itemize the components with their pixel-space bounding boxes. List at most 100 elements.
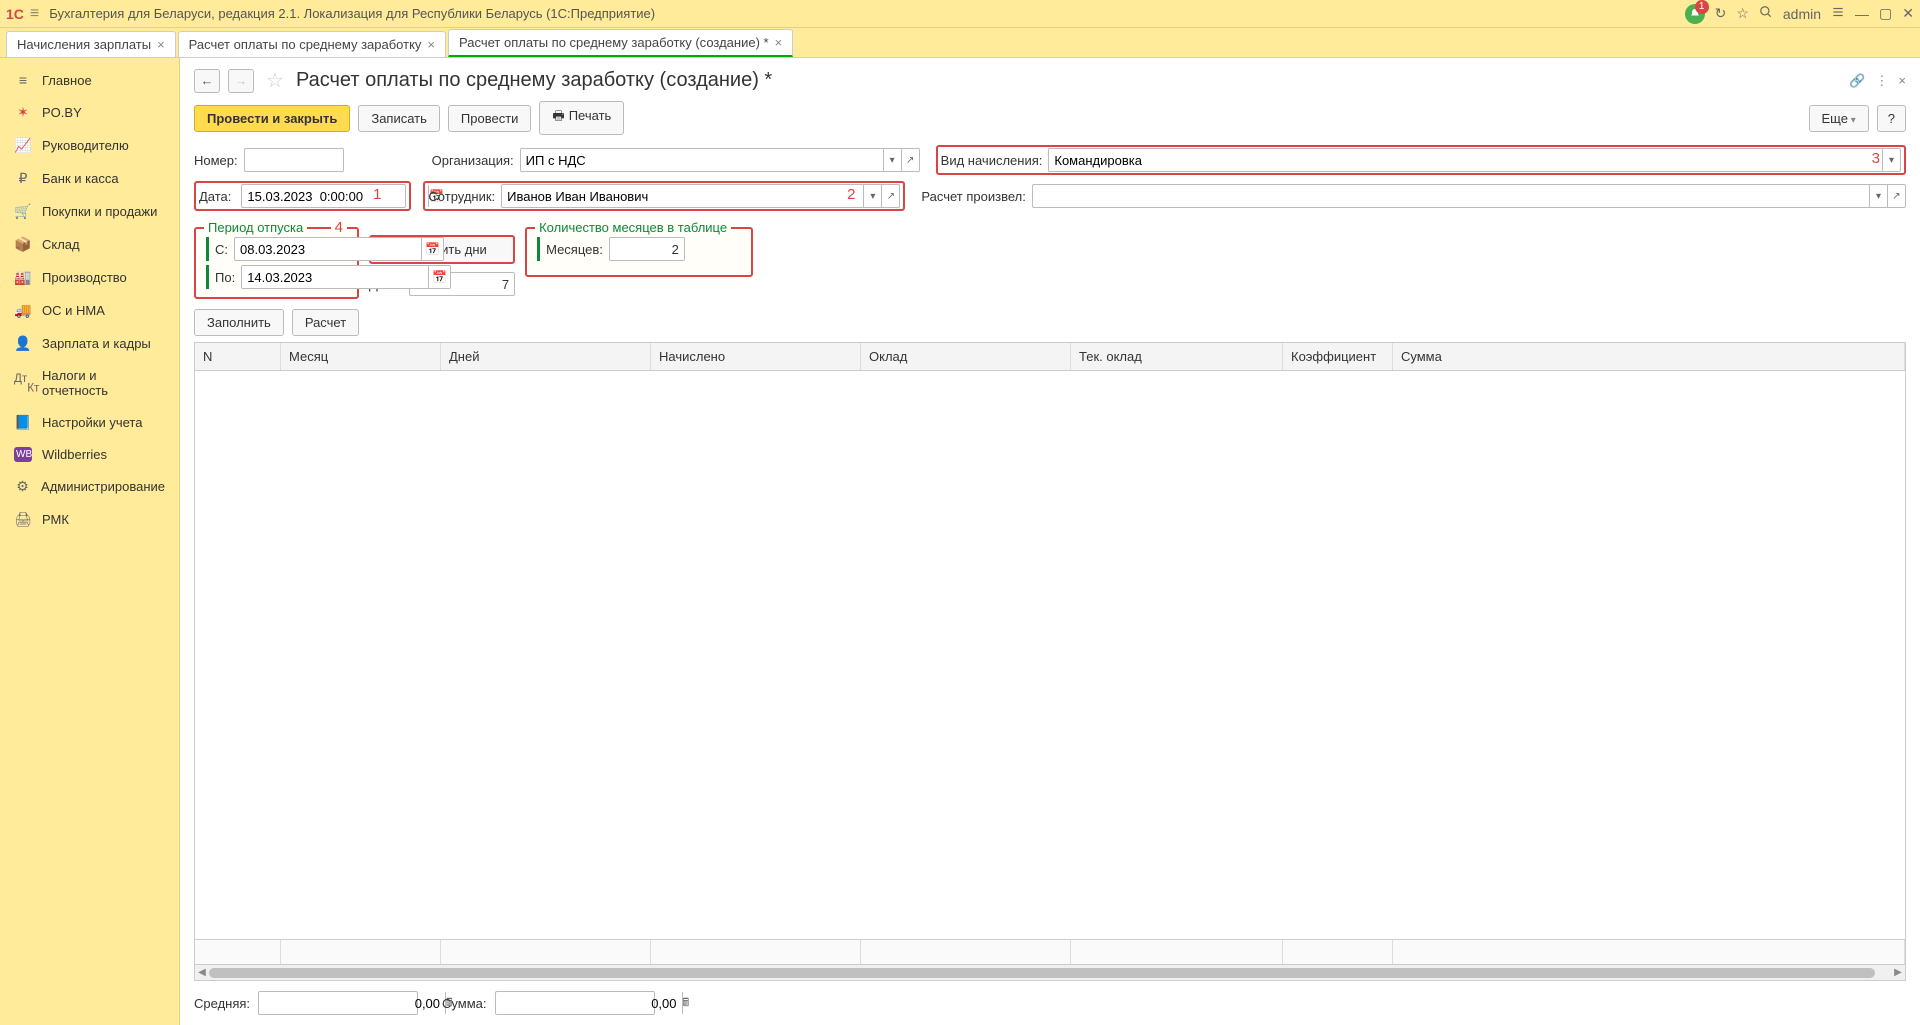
col-days[interactable]: Дней bbox=[441, 343, 651, 370]
dropdown-icon[interactable]: ▾ bbox=[1882, 149, 1900, 171]
tab-label: Начисления зарплаты bbox=[17, 37, 151, 52]
sidebar-item-label: Налоги и отчетность bbox=[42, 368, 165, 398]
close-icon[interactable]: × bbox=[775, 35, 783, 50]
calendar-icon[interactable]: 📅 bbox=[421, 238, 443, 260]
calendar-icon[interactable]: 📅 bbox=[428, 266, 450, 288]
scroll-right-icon[interactable]: ▶ bbox=[1891, 967, 1905, 978]
col-accrued[interactable]: Начислено bbox=[651, 343, 861, 370]
nav-back-button[interactable]: ← bbox=[194, 69, 220, 93]
sidebar-item-main[interactable]: ≡ Главное bbox=[0, 64, 179, 96]
print-button[interactable]: 🖶Печать bbox=[539, 101, 624, 135]
annotation-4: 4 bbox=[331, 219, 347, 236]
annotation-3: 3 bbox=[1872, 150, 1880, 167]
col-oklad[interactable]: Оклад bbox=[861, 343, 1071, 370]
col-month[interactable]: Месяц bbox=[281, 343, 441, 370]
notifications-icon[interactable]: 1 bbox=[1685, 4, 1705, 24]
col-koef[interactable]: Коэффициент bbox=[1283, 343, 1393, 370]
sidebar-item-wildberries[interactable]: WBWildberries bbox=[0, 439, 179, 470]
hamburger-icon[interactable]: ≡ bbox=[30, 5, 39, 23]
more-button[interactable]: Еще bbox=[1809, 105, 1869, 132]
cart-icon: 🛒 bbox=[14, 203, 32, 220]
dropdown-icon[interactable]: ▾ bbox=[863, 185, 881, 207]
close-window-icon[interactable]: ✕ bbox=[1902, 5, 1914, 22]
col-summa[interactable]: Сумма bbox=[1393, 343, 1905, 370]
calc-button[interactable]: Расчет bbox=[292, 309, 359, 336]
sidebar-item-admin[interactable]: ⚙Администрирование bbox=[0, 470, 179, 503]
sidebar-item-warehouse[interactable]: 📦Склад bbox=[0, 228, 179, 261]
period-legend: Период отпуска bbox=[204, 220, 307, 235]
close-icon[interactable]: × bbox=[157, 37, 165, 52]
sidebar-item-rmk[interactable]: 🖨РМК bbox=[0, 503, 179, 536]
sidebar-item-hr[interactable]: 👤 Зарплата и кадры bbox=[0, 327, 179, 360]
favorite-icon[interactable]: ☆ bbox=[1736, 5, 1749, 22]
table-body[interactable] bbox=[195, 371, 1905, 939]
sidebar-item-label: Главное bbox=[42, 73, 92, 88]
nav-forward-button[interactable]: → bbox=[228, 69, 254, 93]
sidebar-item-label: Покупки и продажи bbox=[42, 204, 157, 219]
accrual-type-input[interactable] bbox=[1049, 149, 1882, 171]
employee-input[interactable] bbox=[502, 185, 863, 207]
organization-input[interactable] bbox=[521, 149, 883, 171]
table-header: N Месяц Дней Начислено Оклад Тек. оклад … bbox=[195, 343, 1905, 371]
page-header: ← → ☆ Расчет оплаты по среднему заработк… bbox=[180, 58, 1920, 97]
save-button[interactable]: Записать bbox=[358, 105, 440, 132]
sidebar-item-assets[interactable]: 🚚ОС и НМА bbox=[0, 294, 179, 327]
help-button[interactable]: ? bbox=[1877, 105, 1906, 132]
col-n[interactable]: N bbox=[195, 343, 281, 370]
sidebar-item-label: Зарплата и кадры bbox=[42, 336, 151, 351]
avg-input[interactable] bbox=[259, 992, 445, 1014]
settings-icon[interactable] bbox=[1831, 5, 1845, 22]
period-group: Период отпуска 4 С: 📅 По: 📅 bbox=[194, 227, 359, 299]
months-input[interactable] bbox=[609, 237, 685, 261]
open-icon[interactable]: ↗ bbox=[881, 185, 899, 207]
tab-payroll[interactable]: Начисления зарплаты × bbox=[6, 31, 176, 57]
sidebar-item-settings[interactable]: 📘Настройки учета bbox=[0, 406, 179, 439]
col-tek-oklad[interactable]: Тек. оклад bbox=[1071, 343, 1283, 370]
sidebar-item-bank[interactable]: ₽Банк и касса bbox=[0, 162, 179, 195]
sum-input[interactable] bbox=[496, 992, 682, 1014]
scroll-thumb[interactable] bbox=[209, 968, 1875, 978]
calcby-input[interactable] bbox=[1033, 185, 1869, 207]
sidebar-item-production[interactable]: 🏭Производство bbox=[0, 261, 179, 294]
period-to-input[interactable] bbox=[242, 266, 428, 288]
star-icon[interactable]: ☆ bbox=[266, 68, 284, 93]
maximize-icon[interactable]: ▢ bbox=[1879, 5, 1892, 22]
app-title: Бухгалтерия для Беларуси, редакция 2.1. … bbox=[49, 6, 1684, 21]
open-icon[interactable]: ↗ bbox=[901, 149, 919, 171]
months-group: Количество месяцев в таблице Месяцев: bbox=[525, 227, 753, 277]
sidebar-item-trade[interactable]: 🛒 Покупки и продажи bbox=[0, 195, 179, 228]
sidebar-item-manager[interactable]: 📈Руководителю bbox=[0, 129, 179, 162]
search-icon[interactable] bbox=[1759, 5, 1773, 22]
link-icon[interactable]: 🔗 bbox=[1849, 73, 1865, 89]
calculator-icon[interactable]: 🖩 bbox=[682, 992, 690, 1014]
dropdown-icon[interactable]: ▾ bbox=[1869, 185, 1887, 207]
sidebar-item-taxes[interactable]: ДтКтНалоги и отчетность bbox=[0, 360, 179, 406]
minimize-icon[interactable]: — bbox=[1855, 6, 1869, 22]
close-page-icon[interactable]: × bbox=[1898, 73, 1906, 89]
number-input[interactable] bbox=[244, 148, 344, 172]
sidebar-item-label: Настройки учета bbox=[42, 415, 142, 430]
close-icon[interactable]: × bbox=[427, 37, 435, 52]
open-icon[interactable]: ↗ bbox=[1887, 185, 1905, 207]
date-input[interactable] bbox=[242, 185, 428, 207]
sum-label: Сумма: bbox=[442, 996, 486, 1011]
page-title: Расчет оплаты по среднему заработку (соз… bbox=[296, 69, 1841, 92]
home-icon: ≡ bbox=[14, 72, 32, 88]
dropdown-icon[interactable]: ▾ bbox=[883, 149, 901, 171]
person-icon: 👤 bbox=[14, 335, 32, 352]
fill-button[interactable]: Заполнить bbox=[194, 309, 284, 336]
horizontal-scrollbar[interactable]: ◀ ▶ bbox=[195, 964, 1905, 980]
tab-avg-calc-create[interactable]: Расчет оплаты по среднему заработку (соз… bbox=[448, 29, 793, 57]
history-icon[interactable]: ↻ bbox=[1715, 5, 1727, 22]
scroll-left-icon[interactable]: ◀ bbox=[195, 967, 209, 978]
more-icon[interactable]: ⋮ bbox=[1875, 73, 1888, 89]
username-label[interactable]: admin bbox=[1783, 6, 1821, 22]
box-icon: 📦 bbox=[14, 236, 32, 253]
tab-avg-calc-list[interactable]: Расчет оплаты по среднему заработку × bbox=[178, 31, 446, 57]
toolbar: Провести и закрыть Записать Провести 🖶Пе… bbox=[180, 97, 1920, 143]
sidebar-item-poby[interactable]: ✶PO.BY bbox=[0, 96, 179, 129]
period-from-input[interactable] bbox=[235, 238, 421, 260]
calcby-label: Расчет произвел: bbox=[921, 189, 1025, 204]
post-button[interactable]: Провести bbox=[448, 105, 532, 132]
post-and-close-button[interactable]: Провести и закрыть bbox=[194, 105, 350, 132]
